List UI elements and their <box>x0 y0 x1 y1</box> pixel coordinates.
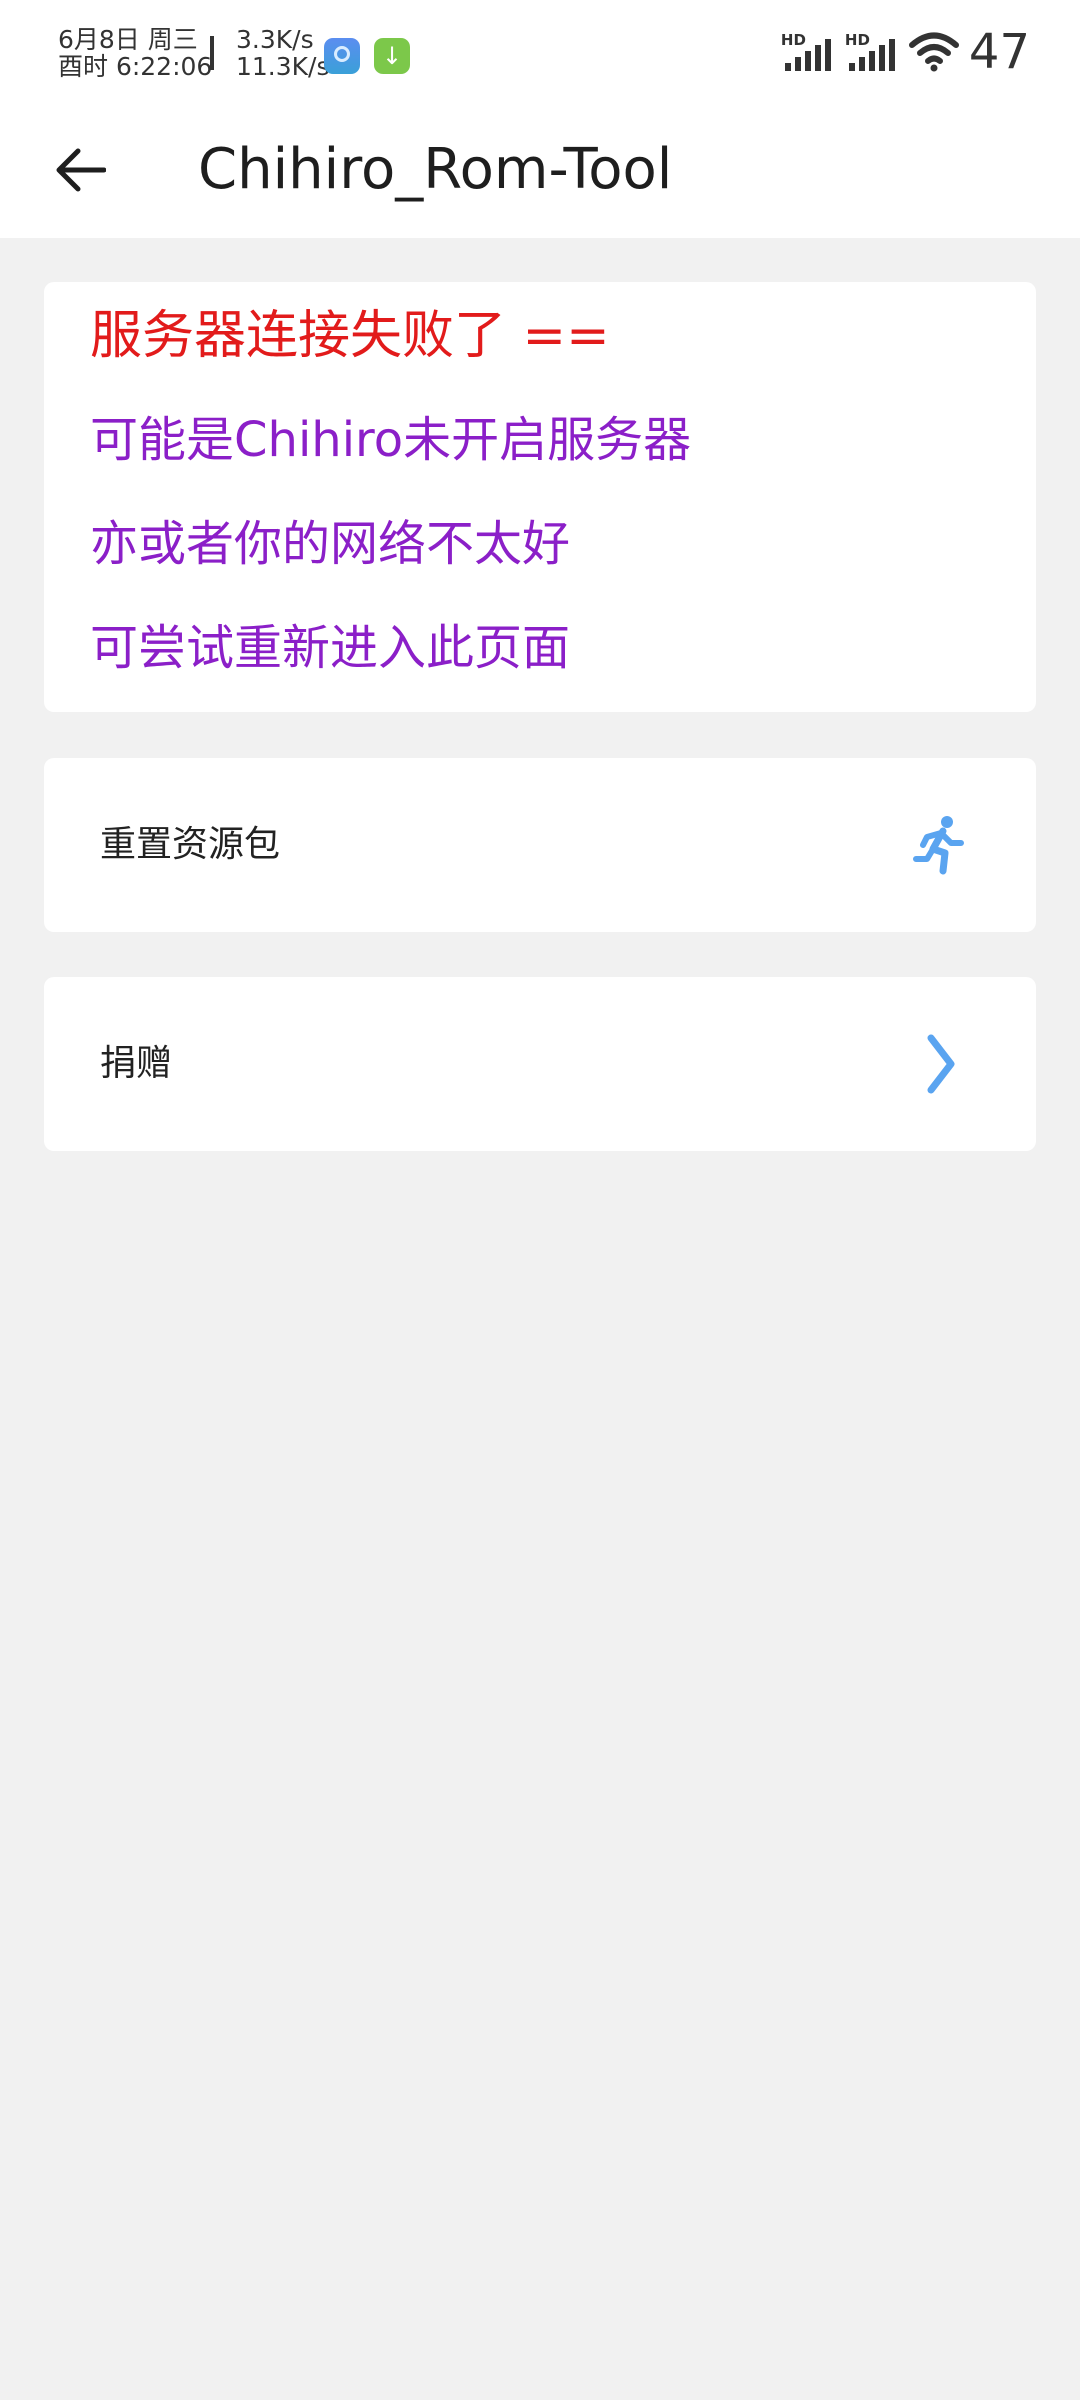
upload-speed: 3.3K/s <box>236 25 314 54</box>
status-datetime: 6月8日 周三 酉时 6:22:06 <box>58 26 212 80</box>
download-notification-icon: ↓ <box>374 38 410 74</box>
status-divider <box>210 36 214 70</box>
reset-resource-pack-item[interactable]: 重置资源包 <box>44 758 1036 932</box>
hint-line-3: 可尝试重新进入此页面 <box>90 620 571 676</box>
app-bar: Chihiro_Rom-Tool <box>0 110 1080 238</box>
status-date: 6月8日 周三 <box>58 25 198 54</box>
signal-icon-2: HD <box>845 29 899 75</box>
donate-item[interactable]: 捐赠 <box>44 977 1036 1151</box>
back-button[interactable] <box>44 134 116 206</box>
connection-error-card: 服务器连接失败了 == 可能是Chihiro未开启服务器 亦或者你的网络不太好 … <box>44 282 1036 712</box>
arrow-left-icon <box>56 148 106 192</box>
notification-app-icon <box>324 38 360 74</box>
signal-icon: HD <box>781 29 835 75</box>
reset-resource-pack-label: 重置资源包 <box>100 824 281 865</box>
status-bar: 6月8日 周三 酉时 6:22:06 3.3K/s 11.3K/s ↓ HD H… <box>0 0 1080 110</box>
network-speed: 3.3K/s 11.3K/s <box>236 26 330 80</box>
error-message: 服务器连接失败了 == <box>90 306 610 366</box>
wifi-icon <box>908 32 959 72</box>
battery-level: 47 <box>968 24 1030 80</box>
hint-line-1: 可能是Chihiro未开启服务器 <box>90 412 692 468</box>
chevron-right-icon <box>910 1031 970 1097</box>
running-person-icon <box>910 812 970 878</box>
page-title: Chihiro_Rom-Tool <box>198 137 673 202</box>
status-time: 酉时 6:22:06 <box>58 52 213 81</box>
download-speed: 11.3K/s <box>236 52 330 81</box>
status-indicators: HD HD 47 <box>781 22 1030 82</box>
hint-line-2: 亦或者你的网络不太好 <box>90 516 571 572</box>
donate-label: 捐赠 <box>100 1043 173 1084</box>
